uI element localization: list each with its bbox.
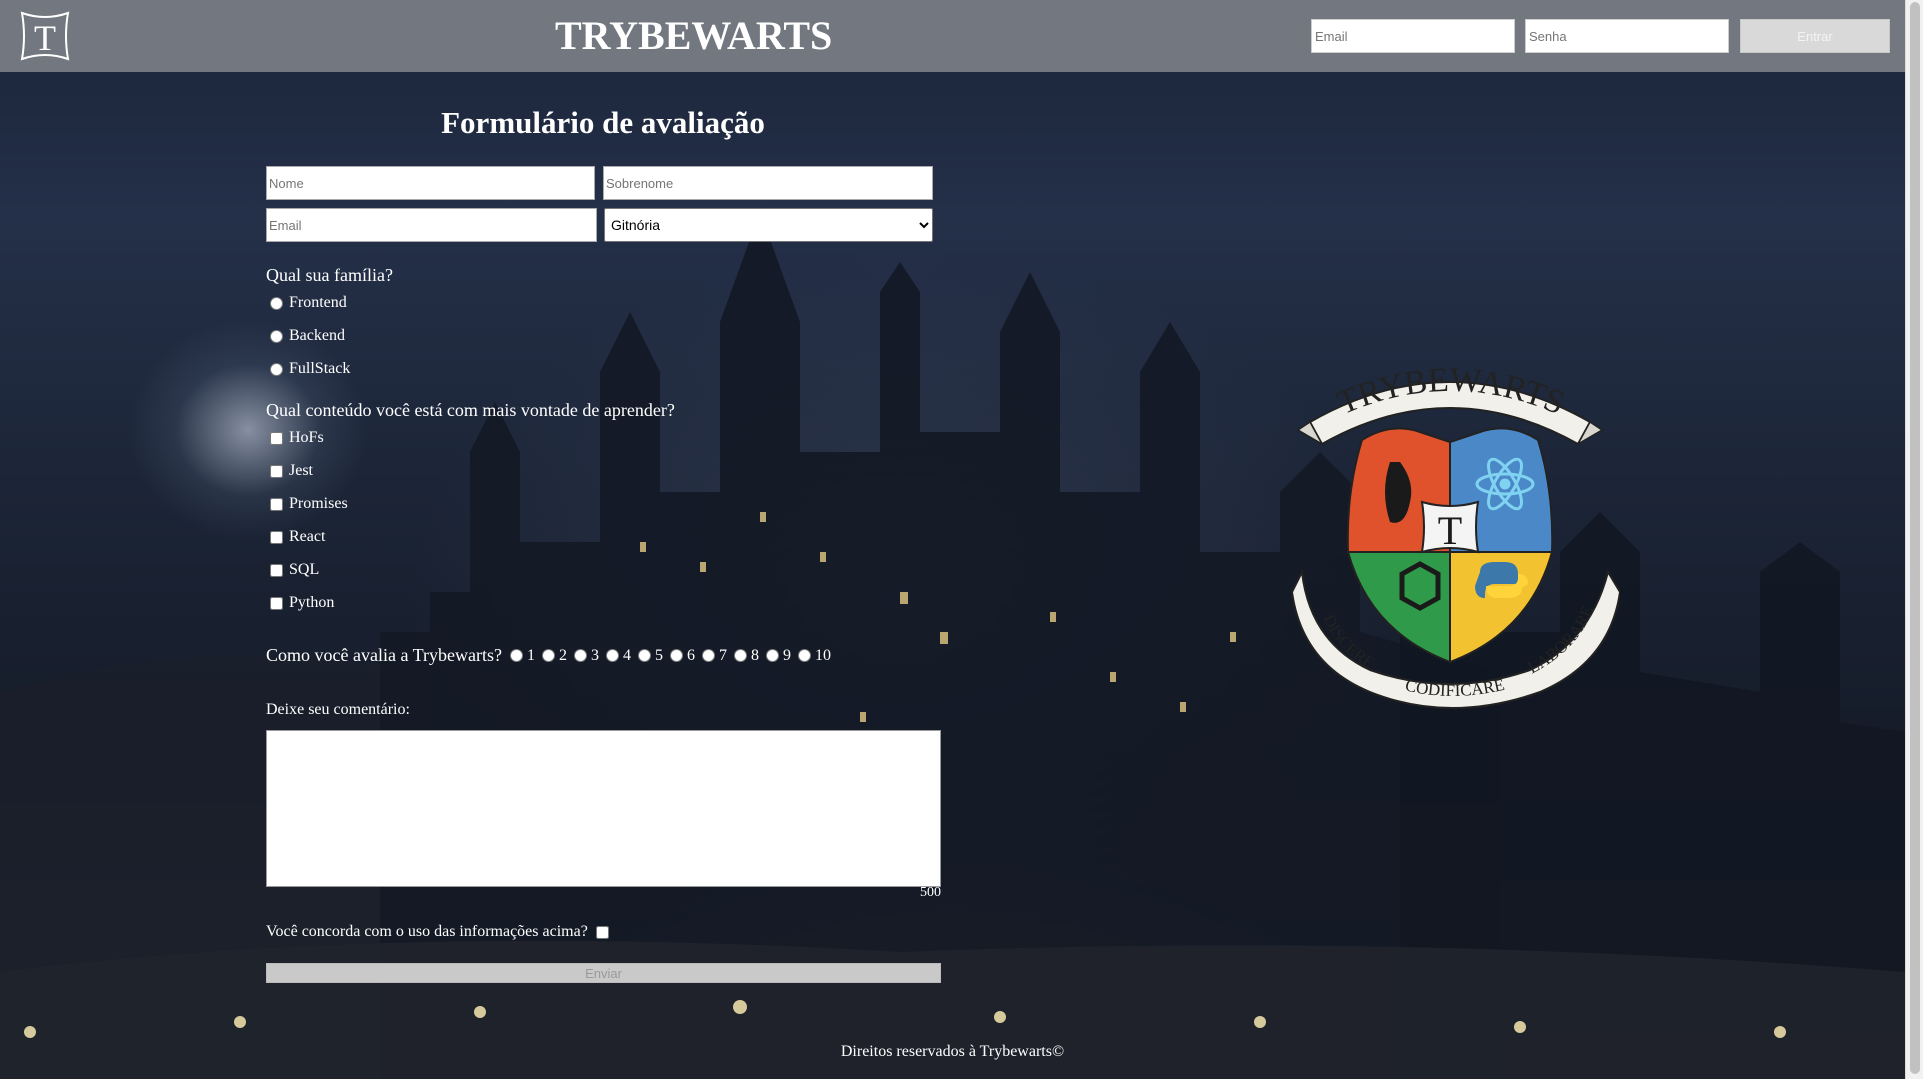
content-checkbox[interactable]	[270, 563, 283, 577]
rating-option-label: 4	[622, 646, 631, 664]
agreement-row[interactable]: Você concorda com o uso das informações …	[266, 923, 609, 941]
crest-top-text: TRYBEWARTS	[1332, 362, 1570, 423]
rating-option-label: 5	[654, 646, 663, 664]
login-button[interactable]: Entrar	[1740, 19, 1890, 53]
content-option-label: React	[289, 528, 326, 545]
page-scrollbar[interactable]	[1905, 0, 1923, 1079]
footer-copyright: Direitos reservados à Trybewarts©	[840, 1043, 1065, 1060]
rating-option-label: 10	[814, 646, 831, 664]
crest-center-letter: T	[1438, 508, 1462, 553]
last-name-input[interactable]	[603, 166, 933, 200]
family-radio[interactable]	[270, 296, 283, 310]
house-select[interactable]: Gitnória	[604, 208, 933, 242]
agreement-checkbox[interactable]	[595, 925, 609, 939]
email-input[interactable]	[266, 208, 597, 242]
content-option-jest[interactable]: Jest	[270, 462, 313, 480]
rating-option-4[interactable]: 4	[605, 646, 631, 665]
family-option-label: Backend	[289, 327, 345, 344]
logo-letter: T	[34, 18, 56, 58]
rating-radio[interactable]	[797, 649, 811, 662]
crest-quarter-bottom-left	[1346, 551, 1451, 664]
content-checkbox[interactable]	[270, 596, 283, 610]
content-option-label: Jest	[289, 462, 313, 479]
rating-option-8[interactable]: 8	[733, 646, 759, 665]
crest-motto-center: CODIFICARE	[1403, 675, 1506, 700]
family-option-label: FullStack	[289, 360, 351, 377]
submit-button[interactable]: Enviar	[266, 963, 941, 983]
content-option-hofs[interactable]: HoFs	[270, 429, 324, 447]
rating-option-1[interactable]: 1	[509, 646, 535, 665]
family-radio[interactable]	[270, 329, 283, 343]
rating-option-5[interactable]: 5	[637, 646, 663, 665]
rating-radio[interactable]	[733, 649, 747, 662]
family-radio[interactable]	[270, 362, 283, 376]
content-checkbox[interactable]	[270, 497, 283, 511]
content-option-label: HoFs	[289, 429, 324, 446]
content-checkbox[interactable]	[270, 530, 283, 544]
rating-option-label: 2	[558, 646, 567, 664]
trybewarts-crest-logo: TRYBEWARTS T DISCERE CODIFICARE LABORARE	[1290, 362, 1620, 709]
rating-question: Como você avalia a Trybewarts?	[266, 645, 502, 665]
content-option-promises[interactable]: Promises	[270, 495, 348, 513]
content-option-react[interactable]: React	[270, 528, 325, 546]
form-title: Formulário de avaliação	[441, 105, 765, 140]
rating-option-2[interactable]: 2	[541, 646, 567, 665]
login-password-input[interactable]	[1525, 19, 1729, 53]
rating-option-7[interactable]: 7	[701, 646, 727, 665]
family-option-fullstack[interactable]: FullStack	[270, 360, 350, 378]
content-option-label: Python	[289, 594, 335, 611]
content-checkbox[interactable]	[270, 431, 283, 445]
rating-radio[interactable]	[573, 649, 587, 662]
rating-radio[interactable]	[701, 649, 715, 662]
rating-option-3[interactable]: 3	[573, 646, 599, 665]
rating-radio[interactable]	[509, 649, 523, 662]
content-option-sql[interactable]: SQL	[270, 561, 319, 579]
rating-option-label: 3	[590, 646, 599, 664]
family-option-backend[interactable]: Backend	[270, 327, 345, 345]
content-question: Qual conteúdo você está com mais vontade…	[266, 400, 675, 420]
rating-option-label: 6	[686, 646, 695, 664]
rating-option-9[interactable]: 9	[765, 646, 791, 665]
header-bar: T TRYBEWARTS Entrar	[0, 0, 1905, 72]
content-option-label: Promises	[289, 495, 348, 512]
rating-option-6[interactable]: 6	[669, 646, 695, 665]
rating-radio[interactable]	[765, 649, 779, 662]
rating-radio[interactable]	[669, 649, 683, 662]
family-question: Qual sua família?	[266, 265, 393, 285]
rating-option-label: 7	[718, 646, 727, 664]
content-option-label: SQL	[289, 561, 320, 578]
scrollbar-thumb[interactable]	[1910, 2, 1920, 1074]
login-email-input[interactable]	[1311, 19, 1515, 53]
site-title: TRYBEWARTS	[555, 13, 833, 58]
rating-option-10[interactable]: 10	[797, 646, 831, 665]
rating-radio[interactable]	[605, 649, 619, 662]
comment-textarea[interactable]	[266, 730, 941, 887]
character-counter: 500	[920, 885, 941, 900]
family-option-label: Frontend	[289, 294, 347, 311]
rating-radio[interactable]	[637, 649, 651, 662]
trybewarts-logo-icon[interactable]: T	[17, 7, 73, 65]
rating-option-label: 8	[750, 646, 759, 664]
rating-group: Como você avalia a Trybewarts? 1 2 3 4 5…	[266, 645, 838, 666]
family-option-frontend[interactable]: Frontend	[270, 294, 347, 312]
content-checkbox[interactable]	[270, 464, 283, 478]
agreement-label: Você concorda com o uso das informações …	[266, 923, 588, 940]
rating-radio[interactable]	[541, 649, 555, 662]
comment-label: Deixe seu comentário:	[266, 701, 410, 718]
first-name-input[interactable]	[266, 166, 595, 200]
content-option-python[interactable]: Python	[270, 594, 334, 612]
rating-option-label: 1	[526, 646, 535, 664]
rating-option-label: 9	[782, 646, 791, 664]
